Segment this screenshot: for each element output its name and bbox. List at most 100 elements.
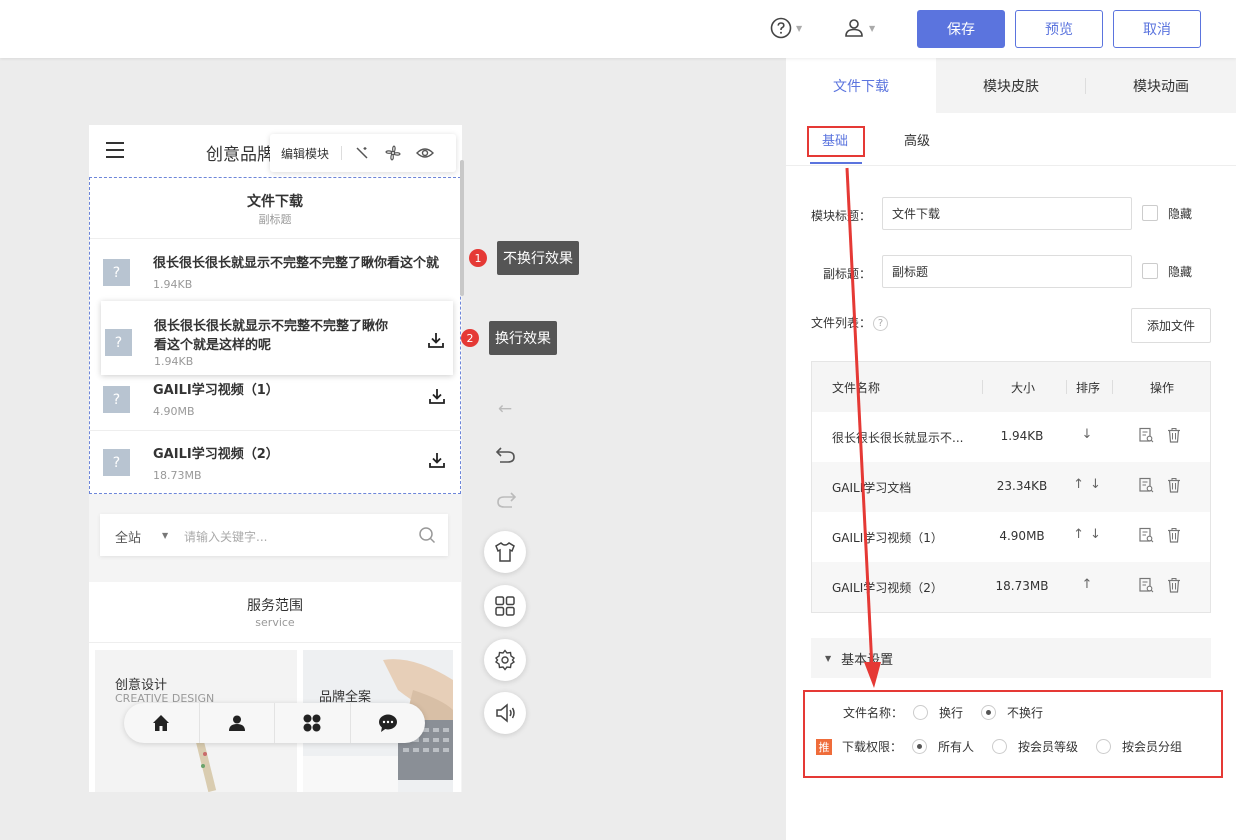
edit-file-icon[interactable] bbox=[1138, 427, 1154, 443]
cell-size: 1.94KB bbox=[1000, 429, 1044, 443]
subtitle-label: 副标题： bbox=[823, 267, 872, 281]
table-row: GAILI学习视频（1） 4.90MB ↑↓ bbox=[812, 512, 1210, 562]
divider bbox=[1112, 380, 1113, 394]
nav-apps[interactable] bbox=[275, 703, 351, 743]
sort-arrows[interactable]: ↑↓ bbox=[1068, 527, 1112, 542]
cell-file-name: GAILI学习视频（1） bbox=[832, 531, 943, 545]
module-title: 文件下载 bbox=[247, 194, 303, 210]
settings-panel: 文件下载 模块皮肤 模块动画 基础 高级 模块标题： 文件下载 隐藏 副标题： … bbox=[786, 58, 1236, 840]
sort-arrows[interactable]: ↓ bbox=[1068, 427, 1112, 442]
cancel-button[interactable]: 取消 bbox=[1113, 10, 1201, 48]
settings-tool-button[interactable] bbox=[484, 639, 526, 681]
download-icon[interactable] bbox=[428, 387, 446, 405]
user-icon bbox=[845, 19, 863, 37]
filename-wrap-setting: 文件名称： 换行 不换行 bbox=[843, 704, 1061, 721]
file-size: 1.94KB bbox=[153, 278, 193, 291]
tab-label: 模块皮肤 bbox=[983, 78, 1039, 95]
radio-wrap[interactable] bbox=[913, 705, 929, 720]
file-name: 很长很长很长就显示不完整不完整了瞅你 看这个就是这样的呢 bbox=[154, 317, 409, 355]
module-subtitle: 副标题 bbox=[258, 213, 292, 226]
gear-icon bbox=[494, 649, 516, 671]
preview-button[interactable]: 预览 bbox=[1015, 10, 1103, 48]
chevron-down-icon: ▼ bbox=[869, 23, 876, 33]
trash-icon[interactable] bbox=[1166, 427, 1182, 443]
download-icon[interactable] bbox=[428, 451, 446, 469]
preview-scrollbar[interactable] bbox=[460, 160, 464, 296]
eye-icon[interactable] bbox=[416, 144, 435, 162]
cell-size: 4.90MB bbox=[999, 529, 1045, 543]
basic-settings-header[interactable]: ▼ 基本设置 bbox=[811, 638, 1211, 678]
module-tool-button[interactable] bbox=[484, 585, 526, 627]
cell-file-name: GAILI学习视频（2） bbox=[832, 581, 943, 595]
redo-icon[interactable] bbox=[495, 490, 517, 510]
subtab-advanced[interactable]: 高级 bbox=[904, 130, 930, 149]
divider bbox=[341, 146, 343, 160]
file-type-icon: ? bbox=[103, 259, 130, 286]
file-name: 很长很长很长就显示不完整不完整了瞅你看这个就 bbox=[153, 256, 440, 271]
trash-icon[interactable] bbox=[1166, 527, 1182, 543]
subtitle-input[interactable]: 副标题 bbox=[882, 255, 1132, 288]
back-arrow-icon[interactable]: ← bbox=[493, 399, 517, 419]
nav-message[interactable] bbox=[351, 703, 426, 743]
column-header: 操作 bbox=[1150, 381, 1175, 395]
hide-subtitle-checkbox[interactable] bbox=[1142, 263, 1158, 279]
cell-file-name: 很长很长很长就显示不... bbox=[832, 431, 964, 445]
audio-tool-button[interactable] bbox=[484, 692, 526, 734]
sort-arrows[interactable]: ↑ bbox=[1068, 577, 1112, 592]
hide-title-checkbox[interactable] bbox=[1142, 205, 1158, 221]
tab-module-skin[interactable]: 模块皮肤 bbox=[936, 58, 1086, 113]
row-actions bbox=[1138, 477, 1182, 493]
menu-icon[interactable] bbox=[106, 142, 124, 158]
sort-arrows[interactable]: ↑↓ bbox=[1068, 477, 1112, 492]
download-icon[interactable] bbox=[427, 331, 445, 349]
radio-everyone[interactable] bbox=[912, 739, 928, 754]
nav-user[interactable] bbox=[200, 703, 275, 743]
tab-module-animation[interactable]: 模块动画 bbox=[1086, 58, 1236, 113]
radio-member-group[interactable] bbox=[1096, 739, 1112, 754]
top-bar: ▼ ▼ 保存 预览 取消 bbox=[0, 0, 1236, 58]
callout-tooltip: 换行效果 bbox=[489, 321, 557, 355]
help-icon[interactable]: ? bbox=[873, 316, 889, 331]
file-row-wrap[interactable]: ? 很长很长很长就显示不完整不完整了瞅你 看这个就是这样的呢 1.94KB bbox=[101, 301, 453, 375]
card-title: 创意设计 bbox=[115, 678, 168, 693]
trash-icon[interactable] bbox=[1166, 477, 1182, 493]
file-type-icon: ? bbox=[105, 329, 132, 356]
add-file-button[interactable]: 添加文件 bbox=[1131, 308, 1211, 343]
edit-module-button[interactable]: 编辑模块 bbox=[281, 145, 329, 162]
module-title-input[interactable]: 文件下载 bbox=[882, 197, 1132, 230]
help-menu[interactable]: ▼ bbox=[770, 17, 802, 39]
save-button[interactable]: 保存 bbox=[917, 10, 1005, 48]
edit-file-icon[interactable] bbox=[1138, 527, 1154, 543]
column-header: 文件名称 bbox=[832, 381, 881, 395]
user-menu[interactable]: ▼ bbox=[843, 17, 875, 39]
undo-icon[interactable] bbox=[495, 445, 517, 465]
radio-label: 所有人 bbox=[938, 740, 975, 754]
file-row[interactable]: ? GAILI学习视频（1） 4.90MB bbox=[90, 373, 460, 430]
edit-file-icon[interactable] bbox=[1138, 577, 1154, 593]
file-row-nowrap[interactable]: ? 很长很长很长就显示不完整不完整了瞅你看这个就 1.94KB bbox=[90, 238, 460, 302]
file-row[interactable]: ? GAILI学习视频（2） 18.73MB bbox=[90, 430, 460, 492]
magic-wand-icon[interactable] bbox=[354, 145, 370, 161]
tab-file-download[interactable]: 文件下载 bbox=[786, 58, 936, 113]
callout-number: 1 bbox=[469, 249, 487, 267]
search-bar[interactable]: 全站 ▼ 请输入关键字... bbox=[100, 514, 448, 556]
search-scope[interactable]: 全站 bbox=[115, 527, 141, 546]
chevron-down-icon: ▼ bbox=[796, 23, 803, 33]
service-section: 服务范围 service 创意设计 CREATIVE DESIGN 品牌全案 bbox=[89, 582, 461, 792]
edit-file-icon[interactable] bbox=[1138, 477, 1154, 493]
chevron-down-icon[interactable]: ▼ bbox=[162, 531, 168, 540]
fan-icon[interactable] bbox=[384, 144, 402, 162]
grid-icon bbox=[303, 714, 321, 732]
file-type-icon: ? bbox=[103, 386, 130, 413]
trash-icon[interactable] bbox=[1166, 577, 1182, 593]
skin-tool-button[interactable] bbox=[484, 531, 526, 573]
file-list-label: 文件列表：? bbox=[811, 314, 889, 331]
nav-home[interactable] bbox=[124, 703, 200, 743]
radio-member-level[interactable] bbox=[992, 739, 1008, 754]
hide-label: 隐藏 bbox=[1168, 207, 1193, 221]
search-input[interactable]: 请输入关键字... bbox=[184, 528, 267, 545]
radio-label: 换行 bbox=[939, 706, 964, 720]
radio-nowrap[interactable] bbox=[981, 705, 997, 720]
permission-label: 下载权限： bbox=[842, 740, 903, 754]
search-icon[interactable] bbox=[418, 526, 436, 544]
